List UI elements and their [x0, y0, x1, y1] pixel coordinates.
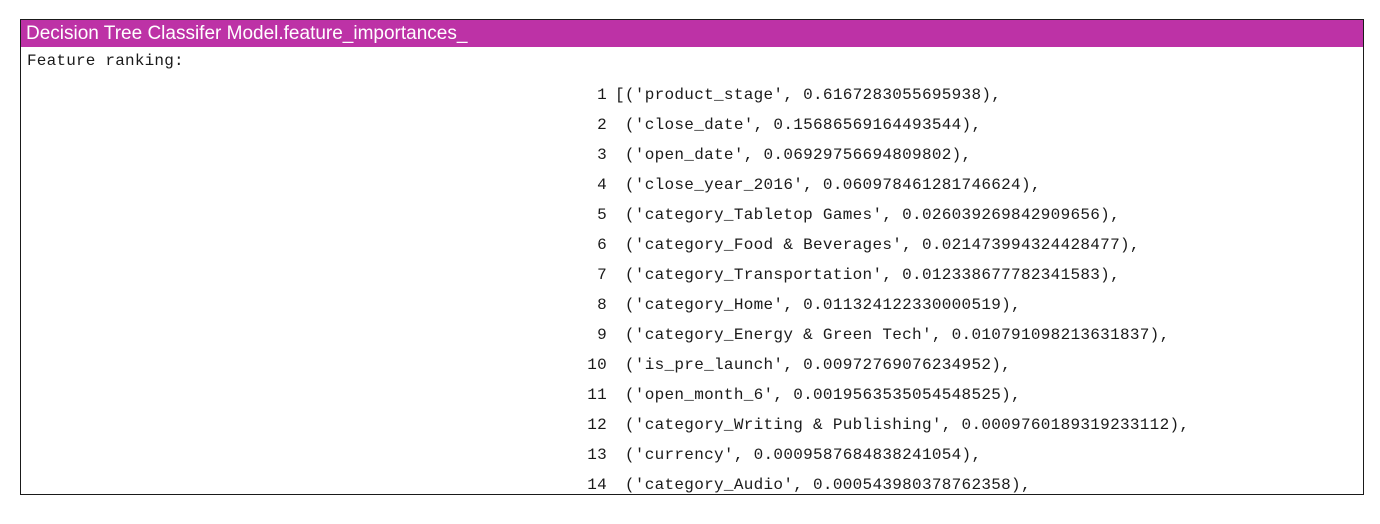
- line-number: 4: [597, 176, 607, 194]
- feature-entry: ('category_Home', 0.011324122330000519),: [615, 296, 1021, 314]
- list-item: 12 ('category_Writing & Publishing', 0.0…: [21, 410, 1363, 440]
- output-panel: Decision Tree Classifer Model.feature_im…: [20, 19, 1364, 495]
- list-item: 11 ('open_month_6', 0.001956353505454852…: [21, 380, 1363, 410]
- line-number: 10: [587, 356, 607, 374]
- list-item: 10 ('is_pre_launch', 0.00972769076234952…: [21, 350, 1363, 380]
- list-item: 7 ('category_Transportation', 0.01233867…: [21, 260, 1363, 290]
- list-item: 5 ('category_Tabletop Games', 0.02603926…: [21, 200, 1363, 230]
- feature-entry: ('close_year_2016', 0.060978461281746624…: [615, 176, 1041, 194]
- list-item: 13 ('currency', 0.0009587684838241054),: [21, 440, 1363, 470]
- feature-entry: ('is_pre_launch', 0.00972769076234952),: [615, 356, 1012, 374]
- line-number: 12: [587, 416, 607, 434]
- list-item: 2 ('close_date', 0.15686569164493544),: [21, 110, 1363, 140]
- feature-entry: ('category_Energy & Green Tech', 0.01079…: [615, 326, 1170, 344]
- list-item: 8 ('category_Home', 0.011324122330000519…: [21, 290, 1363, 320]
- list-item: 14 ('category_Audio', 0.0005439803787623…: [21, 470, 1363, 500]
- list-item: 3 ('open_date', 0.06929756694809802),: [21, 140, 1363, 170]
- line-number: 6: [597, 236, 607, 254]
- feature-entry: ('currency', 0.0009587684838241054),: [615, 446, 982, 464]
- panel-title: Decision Tree Classifer Model.feature_im…: [21, 20, 1363, 47]
- line-number: 9: [597, 326, 607, 344]
- list-item: 4 ('close_year_2016', 0.0609784612817466…: [21, 170, 1363, 200]
- feature-entry: ('open_date', 0.06929756694809802),: [615, 146, 972, 164]
- feature-entry: [('product_stage', 0.6167283055695938),: [615, 86, 1002, 104]
- line-number: 3: [597, 146, 607, 164]
- line-number: 2: [597, 116, 607, 134]
- feature-entry: ('category_Food & Beverages', 0.02147399…: [615, 236, 1140, 254]
- list-item: 9 ('category_Energy & Green Tech', 0.010…: [21, 320, 1363, 350]
- line-number: 11: [587, 386, 607, 404]
- line-number: 5: [597, 206, 607, 224]
- feature-entry: ('category_Tabletop Games', 0.0260392698…: [615, 206, 1120, 224]
- line-number: 13: [587, 446, 607, 464]
- line-number: 8: [597, 296, 607, 314]
- feature-ranking-heading: Feature ranking:: [27, 52, 184, 70]
- line-number: 14: [587, 476, 607, 494]
- feature-entry: ('category_Writing & Publishing', 0.0009…: [615, 416, 1190, 434]
- feature-entry: ('category_Transportation', 0.0123386777…: [615, 266, 1120, 284]
- feature-entry: ('open_month_6', 0.0019563535054548525),: [615, 386, 1021, 404]
- feature-ranking-list: 1 [('product_stage', 0.6167283055695938),…: [21, 80, 1363, 500]
- list-item: 6 ('category_Food & Beverages', 0.021473…: [21, 230, 1363, 260]
- line-number: 7: [597, 266, 607, 284]
- list-item: 1 [('product_stage', 0.6167283055695938),: [21, 80, 1363, 110]
- feature-entry: ('close_date', 0.15686569164493544),: [615, 116, 982, 134]
- line-number: 1: [597, 86, 607, 104]
- feature-entry: ('category_Audio', 0.000543980378762358)…: [615, 476, 1031, 494]
